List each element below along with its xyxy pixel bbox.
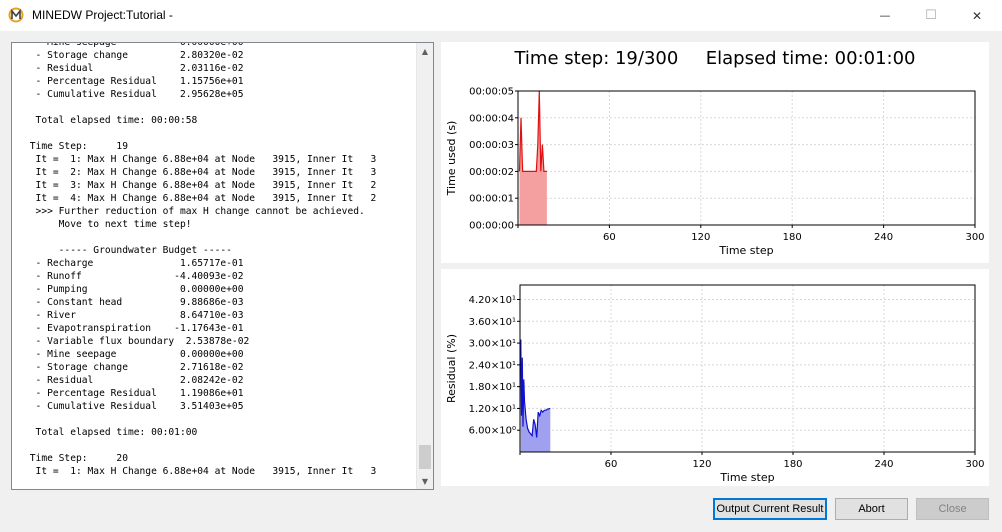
log-line: Time Step: 20 (29, 453, 128, 464)
console-scrollbar[interactable]: ▲ ▼ (416, 43, 433, 489)
close-button[interactable]: Close (916, 498, 989, 520)
y-axis-label: Residual (%) (445, 334, 458, 403)
abort-button[interactable]: Abort (835, 498, 908, 520)
log-line: Time Step: 19 (29, 141, 128, 152)
log-line: It = 3: Max H Change 6.88e+04 at Node 39… (35, 180, 377, 191)
x-tick-label: 240 (874, 459, 893, 470)
log-line: - Mine seepage 0.00000e+00 (35, 349, 244, 360)
residual-chart-panel: 6.00×10⁰ 1.20×10¹ 1.80×10¹ 2.40×10¹ 3.00×10¹… (441, 269, 989, 486)
log-line: - Percentage Residual 1.19086e+01 (35, 388, 244, 399)
plot-frame (519, 284, 976, 453)
x-axis: 60 120 180 240 300 (517, 225, 985, 243)
x-tick-label: 60 (605, 459, 618, 470)
log-line: It = 1: Max H Change 6.88e+04 at Node 39… (35, 466, 377, 477)
log-line: Move to next time step! (58, 219, 192, 230)
y-tick-label: 00:00:00 (469, 221, 514, 232)
log-line: - Mine seepage 0.00000e+00 (35, 42, 244, 48)
time-used-chart: 00:00:00 00:00:01 00:00:02 00:00:03 00:00:04… (445, 87, 985, 258)
y-tick-label: 00:00:04 (469, 113, 514, 124)
log-line: - Pumping 0.00000e+00 (35, 284, 244, 295)
x-tick-label: 240 (874, 232, 893, 243)
log-line: Total elapsed time: 00:00:58 (35, 115, 198, 126)
y-axis: 6.00×10⁰ 1.20×10¹ 1.80×10¹ 2.40×10¹ 3.00×10¹… (469, 295, 520, 437)
close-window-button[interactable]: ✕ (954, 0, 1000, 31)
log-line: It = 2: Max H Change 6.88e+04 at Node 39… (35, 167, 377, 178)
x-tick-label: 300 (965, 459, 984, 470)
y-tick-label: 00:00:02 (469, 167, 514, 178)
log-line: ----- Groundwater Budget ----- (58, 245, 232, 256)
log-console[interactable]: - Mine seepage 0.00000e+00 - Storage cha… (11, 42, 434, 490)
log-line: - Constant head 9.88686e-03 (35, 297, 244, 308)
y-tick-label: 00:00:01 (469, 194, 514, 205)
y-tick-label: 1.80×10¹ (469, 382, 516, 393)
log-line: It = 4: Max H Change 6.88e+04 at Node 39… (35, 193, 377, 204)
log-line: Total elapsed time: 00:01:00 (35, 427, 198, 438)
log-line: - Cumulative Residual 2.95628e+05 (35, 89, 244, 100)
chart-grid (517, 90, 976, 226)
x-axis: 60 120 180 240 300 (519, 452, 985, 470)
y-tick-label: 6.00×10⁰ (469, 426, 516, 437)
x-tick-label: 180 (783, 232, 802, 243)
x-axis-label: Time step (718, 244, 773, 257)
y-tick-label: 2.40×10¹ (469, 360, 516, 371)
log-line: - Variable flux boundary 2.53878e-02 (35, 336, 250, 347)
log-line: - Cumulative Residual 3.51403e+05 (35, 401, 244, 412)
minimize-icon: — (879, 9, 891, 22)
y-tick-label: 3.60×10¹ (469, 317, 516, 328)
x-tick-label: 120 (691, 232, 710, 243)
minedw-logo-icon (8, 7, 24, 23)
title-bar: MINEDW Project:Tutorial - — ☐ ✕ (0, 0, 1002, 31)
y-tick-label: 4.20×10¹ (469, 295, 516, 306)
time-chart-panel: Time step: 19/300 Elapsed time: 00:01:00… (441, 42, 989, 263)
chart-grid (519, 285, 976, 452)
minimize-button[interactable]: — (862, 0, 908, 31)
x-tick-label: 300 (965, 232, 984, 243)
log-line: >>> Further reduction of max H change ca… (35, 206, 365, 217)
log-text: - Mine seepage 0.00000e+00 - Storage cha… (24, 42, 377, 478)
y-tick-label: 00:00:05 (469, 87, 514, 98)
x-tick-label: 120 (692, 459, 711, 470)
maximize-icon: ☐ (925, 8, 937, 23)
log-line: - Runoff -4.40093e-02 (35, 271, 244, 282)
plot-frame (517, 90, 976, 226)
y-axis-label: Time used (s) (445, 121, 458, 197)
log-line: - Recharge 1.65717e-01 (35, 258, 244, 269)
close-icon: ✕ (971, 8, 983, 23)
log-line: - Evapotranspiration -1.17643e-01 (35, 323, 244, 334)
log-line: It = 1: Max H Change 6.88e+04 at Node 39… (35, 154, 377, 165)
log-line: - Percentage Residual 1.15756e+01 (35, 76, 244, 87)
y-tick-label: 3.00×10¹ (469, 339, 516, 350)
x-tick-label: 60 (603, 232, 616, 243)
log-line: - Storage change 2.71618e-02 (35, 362, 244, 373)
scroll-thumb[interactable] (419, 445, 431, 469)
log-line: - River 8.64710e-03 (35, 310, 244, 321)
x-axis-label: Time step (719, 471, 774, 484)
scroll-down-arrow-icon[interactable]: ▼ (417, 473, 433, 489)
log-line: - Storage change 2.80320e-02 (35, 50, 244, 61)
y-tick-label: 1.20×10¹ (469, 404, 516, 415)
y-axis: 00:00:00 00:00:01 00:00:02 00:00:03 00:00:04… (469, 87, 518, 232)
y-tick-label: 00:00:03 (469, 140, 514, 151)
x-tick-label: 180 (783, 459, 802, 470)
log-line: - Residual 2.08242e-02 (35, 375, 244, 386)
time-used-line (518, 90, 547, 172)
log-line: - Residual 2.03116e-02 (35, 63, 244, 74)
maximize-button[interactable]: ☐ (908, 0, 954, 31)
output-current-result-button[interactable]: Output Current Result (713, 498, 827, 520)
residual-area (520, 339, 551, 452)
window-title: MINEDW Project:Tutorial - (32, 8, 173, 22)
scroll-up-arrow-icon[interactable]: ▲ (417, 43, 433, 59)
residual-chart: 6.00×10⁰ 1.20×10¹ 1.80×10¹ 2.40×10¹ 3.00×10¹… (445, 284, 985, 484)
